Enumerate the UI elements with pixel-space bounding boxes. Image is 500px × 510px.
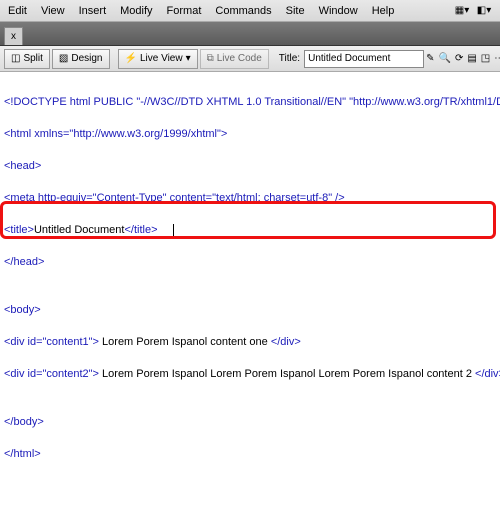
code-l5b: Untitled Document	[34, 224, 125, 236]
menu-window[interactable]: Window	[319, 5, 358, 17]
search-icon[interactable]: 🔍	[437, 49, 451, 69]
code-l4e: />	[332, 192, 345, 204]
code-l12: </body>	[4, 416, 44, 428]
code-l10a: <div id=	[4, 368, 43, 380]
design-icon: ▧	[59, 53, 68, 64]
menubar: Edit View Insert Modify Format Commands …	[0, 0, 500, 22]
code-l5a: <title>	[4, 224, 34, 236]
code-l10e: </div>	[475, 368, 500, 380]
tab-bar: x	[0, 22, 500, 46]
liveview-icon: ⚡	[125, 53, 137, 64]
code-l13: </html>	[4, 448, 41, 460]
liveview-button[interactable]: ⚡ Live View ▾	[118, 49, 198, 69]
liveview-label: Live View	[140, 53, 183, 64]
menu-insert[interactable]: Insert	[79, 5, 107, 17]
livecode-button[interactable]: ⧉ Live Code	[200, 49, 269, 69]
livecode-icon: ⧉	[207, 53, 214, 64]
code-l6: </head>	[4, 256, 44, 268]
tab-label: x	[11, 31, 16, 42]
split-icon: ◫	[11, 53, 20, 64]
code-l8: <body>	[4, 304, 41, 316]
code-l9e: </div>	[271, 336, 301, 348]
menu-view[interactable]: View	[41, 5, 65, 17]
title-input[interactable]	[304, 50, 424, 68]
code-l4d: "text/html; charset=utf-8"	[212, 192, 332, 204]
code-l9d: Lorem Porem Ispanol content one	[99, 336, 271, 348]
workspace-icon[interactable]: ◧▾	[476, 3, 492, 19]
code-l4a: <meta http-equiv=	[4, 192, 93, 204]
code-l4b: "Content-Type"	[93, 192, 167, 204]
code-l2b: "http://www.w3.org/1999/xhtml"	[69, 128, 221, 140]
document-tab[interactable]: x	[4, 27, 23, 45]
refresh-icon[interactable]: ⟳	[454, 49, 464, 69]
wand-icon[interactable]: ✎	[425, 49, 435, 69]
split-button[interactable]: ◫ Split	[4, 49, 50, 69]
menu-commands[interactable]: Commands	[215, 5, 271, 17]
code-l9b: "content1"	[43, 336, 93, 348]
design-label: Design	[71, 53, 102, 64]
clipboard-icon[interactable]: ▤	[466, 49, 477, 69]
code-l9a: <div id=	[4, 336, 43, 348]
menubar-icons: ▦▾ ◧▾	[454, 3, 492, 19]
code-l4c: content=	[167, 192, 213, 204]
code-l10d: Lorem Porem Ispanol Lorem Porem Ispanol …	[99, 368, 475, 380]
code-l2a: <html xmlns=	[4, 128, 69, 140]
layout-icon[interactable]: ▦▾	[454, 3, 470, 19]
menu-format[interactable]: Format	[167, 5, 202, 17]
text-cursor	[173, 224, 174, 237]
livecode-label: Live Code	[217, 53, 262, 64]
split-label: Split	[23, 53, 42, 64]
code-l3: <head>	[4, 160, 41, 172]
check-icon[interactable]: ⋯	[493, 49, 500, 69]
chevron-down-icon: ▾	[186, 53, 191, 64]
menu-help[interactable]: Help	[372, 5, 395, 17]
menu-edit[interactable]: Edit	[8, 5, 27, 17]
browse-icon[interactable]: ◳	[480, 49, 491, 69]
code-l2c: >	[221, 128, 227, 140]
document-toolbar: ◫ Split ▧ Design ⚡ Live View ▾ ⧉ Live Co…	[0, 46, 500, 72]
menu-modify[interactable]: Modify	[120, 5, 152, 17]
code-l10b: "content2"	[43, 368, 93, 380]
title-label: Title:	[279, 53, 300, 64]
code-editor[interactable]: <!DOCTYPE html PUBLIC "-//W3C//DTD XHTML…	[0, 72, 500, 510]
menu-site[interactable]: Site	[286, 5, 305, 17]
code-l5c: </title>	[124, 224, 157, 236]
code-line-1: <!DOCTYPE html PUBLIC "-//W3C//DTD XHTML…	[4, 96, 500, 108]
design-button[interactable]: ▧ Design	[52, 49, 110, 69]
